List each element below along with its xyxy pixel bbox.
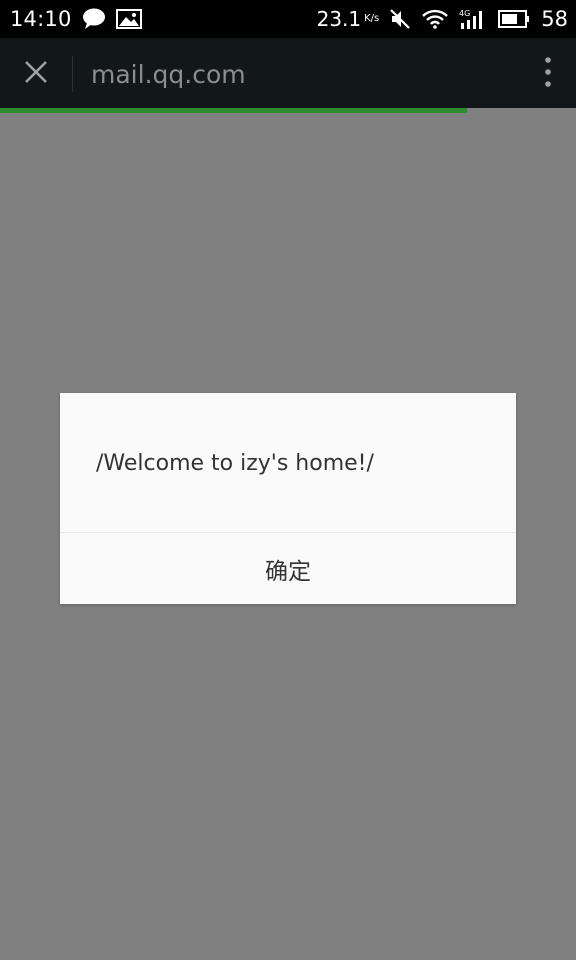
svg-text:4G: 4G: [459, 9, 470, 18]
url-text[interactable]: mail.qq.com: [91, 60, 520, 89]
menu-button[interactable]: [520, 38, 576, 110]
toolbar-divider: [72, 56, 73, 92]
chat-bubble-icon: [82, 8, 106, 30]
more-vert-icon: [544, 56, 552, 92]
alert-dialog: /Welcome to izy's home!/ 确定: [60, 393, 516, 604]
image-icon: [115, 9, 142, 29]
status-bar: 14:10 23.1 K/s 4G 58: [0, 0, 576, 38]
browser-toolbar: mail.qq.com: [0, 38, 576, 110]
wifi-icon: [422, 9, 449, 29]
confirm-button[interactable]: 确定: [60, 533, 516, 604]
progress-fill: [0, 108, 467, 113]
battery-icon: [498, 10, 530, 28]
status-right: 23.1 K/s 4G 58: [317, 7, 576, 31]
status-left: 14:10: [0, 7, 142, 31]
status-time: 14:10: [10, 7, 72, 31]
close-icon: [24, 60, 48, 88]
dialog-message: /Welcome to izy's home!/: [96, 451, 374, 476]
screen: 14:10 23.1 K/s 4G 58 mail.qq.com /Welcom…: [0, 0, 576, 960]
battery-level: 58: [541, 7, 568, 31]
mute-icon: [389, 8, 411, 30]
network-speed: 23.1: [316, 7, 362, 31]
network-speed-unit: K/s: [364, 13, 380, 24]
signal-4g-icon: 4G: [459, 8, 487, 30]
close-button[interactable]: [0, 38, 72, 110]
page-load-progress: [0, 108, 576, 113]
